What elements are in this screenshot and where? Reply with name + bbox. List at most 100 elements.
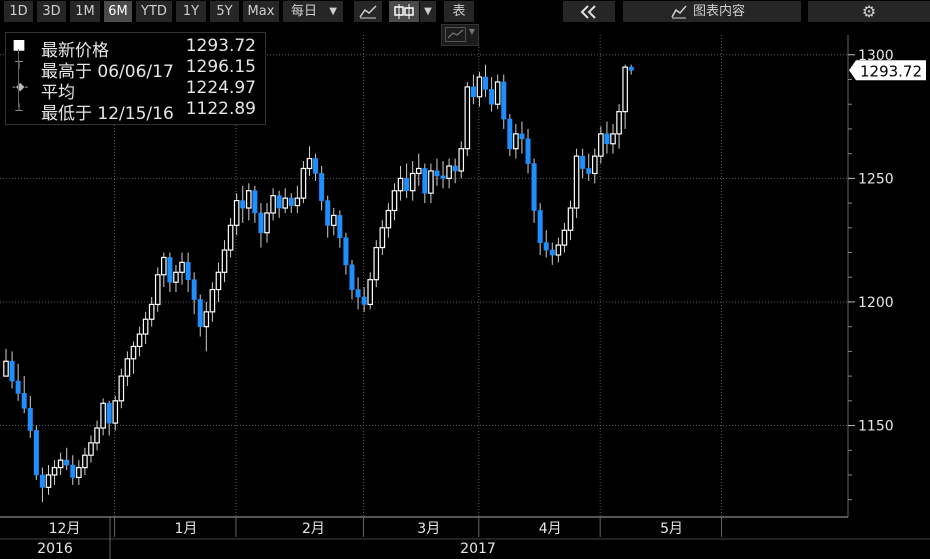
candle [483,64,489,97]
y-axis: 1150120012501300 [848,48,894,501]
candle-body-up [45,474,52,488]
candle [561,222,568,253]
legend-value-high: 1296.15 [185,57,256,77]
candle-body-down [489,89,495,105]
candle-body-up [598,133,604,157]
candle-body-down [434,170,440,177]
candle-body-down [185,262,191,281]
chart-style-selector[interactable]: ▼ [441,24,479,46]
candle [422,163,428,204]
candle [288,193,294,213]
candle-body-down [501,81,507,120]
candle-body-up [246,190,252,209]
candle [428,163,434,204]
candle-body-up [130,345,137,360]
candle [294,185,301,213]
candle [118,368,125,409]
legend-value-last-price: 1293.72 [185,36,256,56]
candle [227,217,234,258]
candle [276,190,282,218]
candle-body-down [9,360,15,382]
candle-body-down [519,133,525,140]
candle-body-up [161,256,167,276]
candle [519,121,525,154]
candle [76,460,82,485]
candle [464,81,471,157]
candle [361,287,367,312]
candle-body-down [343,237,349,266]
candle [343,232,349,275]
candle [215,262,222,302]
x-month-label: 1月 [174,521,197,537]
candle [610,123,616,154]
candle-body-down [70,464,76,478]
candle [167,252,173,293]
candle-body-down [440,175,446,179]
candle [440,161,446,189]
candle [300,161,307,204]
candle-body-up [209,288,216,313]
candle [349,259,355,300]
candle [64,447,70,471]
candle [27,395,33,438]
candle-body-up [567,207,574,231]
candle-body-up [415,167,422,175]
candle [452,158,458,184]
candle-body-down [27,407,33,431]
candle-body-up [573,155,580,209]
candle [330,208,337,236]
candle-body-up [118,375,125,402]
candle [531,158,537,223]
candle-body-down [604,133,610,145]
candle-body-down [337,215,343,238]
candle [415,153,422,186]
candle [252,185,258,223]
candle-body-down [537,210,543,243]
candle [458,141,465,179]
candle [221,240,228,283]
candle-body-down [452,165,458,172]
candle-body-up [88,442,94,456]
candle-body-down [252,190,258,214]
last-price-value: 1293.72 [860,62,922,80]
candle-body-up [476,76,483,98]
candle [385,203,392,238]
candle [124,351,131,386]
candle [598,126,604,164]
candle-body-up [215,271,222,291]
y-tick-label: 1150 [858,419,894,435]
candle-body-down [543,242,549,251]
candle-body-down [15,380,21,394]
candle-body-down [21,393,27,409]
candle [306,146,313,176]
candle [580,148,586,179]
candle-body-up [282,197,289,209]
candle [616,104,622,149]
candle [246,183,252,221]
candle [282,188,289,213]
candle [154,267,161,312]
candle-body-down [197,299,203,327]
candle [240,185,246,223]
candle [203,301,210,352]
candle-body-down [319,173,325,201]
candle-body-up [373,246,380,281]
y-tick-label: 1200 [858,295,894,311]
candle [191,272,197,315]
candle-body-up [555,244,562,256]
candle-body-up [3,360,9,377]
candle-body-up [148,303,155,320]
candle [270,188,276,221]
candle [507,114,513,157]
candle [555,237,562,263]
candle-body-up [100,402,106,429]
candle [106,400,112,436]
candle-body-up [458,148,465,172]
candle-body-up [154,274,161,306]
candle-body-up [330,214,337,226]
candle-body-up [397,177,404,192]
candle [51,460,58,485]
candle-body-up [264,212,270,234]
candle [233,193,240,236]
candle-body-up [616,111,622,135]
